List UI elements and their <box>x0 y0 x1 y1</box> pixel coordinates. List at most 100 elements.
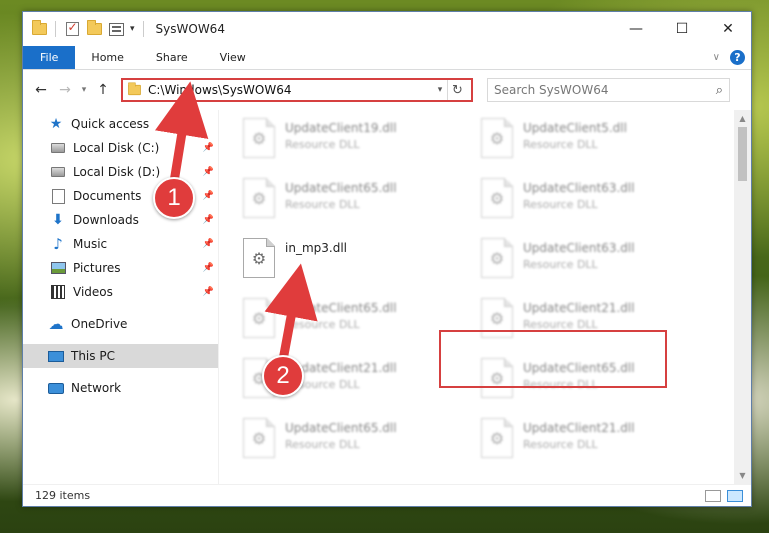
search-placeholder[interactable]: Search SysWOW64 <box>494 83 716 97</box>
sidebar-item-label: Local Disk (C:) <box>73 141 160 155</box>
back-button[interactable]: ← <box>29 78 53 102</box>
tab-share[interactable]: Share <box>140 46 204 69</box>
file-type: Resource DLL <box>523 378 598 391</box>
scroll-up-arrow-icon[interactable]: ▲ <box>734 110 751 127</box>
view-options-icon[interactable] <box>108 21 124 37</box>
status-bar: 129 items <box>23 484 751 506</box>
file-name: UpdateClient21.dll <box>523 421 635 435</box>
title-bar: ▾ SysWOW64 — ☐ ✕ <box>23 12 751 46</box>
scroll-down-arrow-icon[interactable]: ▼ <box>734 467 751 484</box>
file-item[interactable]: ⚙ UpdateClient19.dll Resource DLL <box>243 114 481 174</box>
pin-icon[interactable]: 📌 <box>203 239 214 249</box>
file-item[interactable]: ⚙ UpdateClient21.dll Resource DLL <box>481 294 719 354</box>
dll-gear-icon: ⚙ <box>481 178 513 218</box>
file-type: Resource DLL <box>523 198 598 211</box>
file-name: UpdateClient5.dll <box>523 121 627 135</box>
tab-file[interactable]: File <box>23 46 76 69</box>
main-area: ★ Quick access Local Disk (C:) 📌 Local D… <box>23 110 751 484</box>
window-title: SysWOW64 <box>155 22 225 36</box>
recent-locations-dropdown[interactable]: ▾ <box>77 85 91 95</box>
sidebar-item-music[interactable]: ♪ Music 📌 <box>23 232 218 256</box>
pin-icon[interactable]: 📌 <box>203 215 214 225</box>
address-row: ← → ▾ ↑ C:\Windows\SysWOW64 ▾ ↻ Search S… <box>23 70 751 110</box>
dll-gear-icon: ⚙ <box>243 238 275 278</box>
navigation-pane: ★ Quick access Local Disk (C:) 📌 Local D… <box>23 110 219 484</box>
file-item[interactable]: ⚙ UpdateClient5.dll Resource DLL <box>481 114 719 174</box>
forward-button[interactable]: → <box>53 78 77 102</box>
file-name: UpdateClient21.dll <box>523 301 635 315</box>
pin-icon[interactable]: 📌 <box>203 287 214 297</box>
tab-view[interactable]: View <box>204 46 262 69</box>
file-item[interactable]: ⚙ UpdateClient21.dll Resource DLL <box>481 414 719 474</box>
file-name: UpdateClient65.dll <box>523 361 635 375</box>
scroll-thumb[interactable] <box>738 127 747 181</box>
vertical-scrollbar[interactable]: ▲ ▼ <box>734 110 751 484</box>
minimize-button[interactable]: — <box>613 12 659 46</box>
help-icon[interactable]: ? <box>730 50 745 65</box>
pictures-icon <box>49 260 67 276</box>
up-button[interactable]: ↑ <box>91 78 115 102</box>
file-name: UpdateClient63.dll <box>523 241 635 255</box>
file-list: ⚙ UpdateClient19.dll Resource DLL ⚙ Updat… <box>219 110 751 484</box>
music-icon: ♪ <box>53 235 63 253</box>
file-item[interactable]: ⚙ UpdateClient63.dll Resource DLL <box>481 174 719 234</box>
properties-check-icon[interactable] <box>64 20 80 37</box>
pin-icon[interactable]: 📌 <box>203 143 214 153</box>
dll-gear-icon: ⚙ <box>243 118 275 158</box>
sidebar-item-label: Music <box>73 237 108 251</box>
file-type: Resource DLL <box>523 138 598 151</box>
tab-home[interactable]: Home <box>75 46 139 69</box>
sidebar-item-label: Videos <box>73 285 113 299</box>
sidebar-item-videos[interactable]: Videos 📌 <box>23 280 218 304</box>
toolbar-divider <box>142 21 144 37</box>
sidebar-item-local-disk-d[interactable]: Local Disk (D:) 📌 <box>23 160 218 184</box>
folder-icon <box>128 82 141 96</box>
sidebar-item-label: Network <box>71 381 122 395</box>
sidebar-item-onedrive[interactable]: ☁ OneDrive <box>23 312 218 336</box>
file-type: Resource DLL <box>285 438 360 451</box>
dll-gear-icon: ⚙ <box>481 298 513 338</box>
maximize-button[interactable]: ☐ <box>659 12 705 46</box>
refresh-icon[interactable]: ↻ <box>447 80 467 100</box>
cloud-icon: ☁ <box>48 315 64 333</box>
pin-icon[interactable]: 📌 <box>203 263 214 273</box>
expand-ribbon-chevron-icon[interactable]: ∨ <box>713 52 720 63</box>
file-name: UpdateClient65.dll <box>285 181 397 195</box>
file-grid: ⚙ UpdateClient19.dll Resource DLL ⚙ Updat… <box>243 114 751 474</box>
sidebar-item-label: Documents <box>73 189 142 203</box>
dll-gear-icon: ⚙ <box>243 418 275 458</box>
address-dropdown[interactable]: ▾ <box>433 85 447 95</box>
close-button[interactable]: ✕ <box>705 12 751 46</box>
toolbar-divider <box>55 21 56 37</box>
file-item-in-mp3[interactable]: ⚙ in_mp3.dll <box>243 234 481 294</box>
search-input[interactable]: Search SysWOW64 ⌕ <box>487 78 730 102</box>
dll-gear-icon: ⚙ <box>481 118 513 158</box>
address-path[interactable]: C:\Windows\SysWOW64 <box>148 83 433 97</box>
pin-icon[interactable]: 📌 <box>203 167 214 177</box>
sidebar-item-pictures[interactable]: Pictures 📌 <box>23 256 218 280</box>
disk-icon <box>49 140 67 156</box>
address-bar[interactable]: C:\Windows\SysWOW64 ▾ ↻ <box>121 78 473 102</box>
file-item[interactable]: ⚙ UpdateClient65.dll Resource DLL <box>481 354 719 414</box>
pin-icon[interactable]: 📌 <box>203 191 214 201</box>
sidebar-item-quick-access[interactable]: ★ Quick access <box>23 112 218 136</box>
customize-toolbar-dropdown[interactable]: ▾ <box>130 24 135 34</box>
sidebar-item-label: This PC <box>71 349 115 363</box>
search-icon[interactable]: ⌕ <box>716 83 723 98</box>
sidebar-item-network[interactable]: Network <box>23 376 218 400</box>
file-item[interactable]: ⚙ UpdateClient65.dll Resource DLL <box>243 294 481 354</box>
file-type: Resource DLL <box>285 198 360 211</box>
sidebar-item-label: Quick access <box>71 117 150 131</box>
new-folder-icon[interactable] <box>86 20 102 37</box>
sidebar-item-this-pc[interactable]: This PC <box>23 344 218 368</box>
network-icon <box>47 380 65 396</box>
file-item[interactable]: ⚙ UpdateClient63.dll Resource DLL <box>481 234 719 294</box>
file-type: Resource DLL <box>523 318 598 331</box>
disk-icon <box>49 164 67 180</box>
sidebar-item-local-disk-c[interactable]: Local Disk (C:) 📌 <box>23 136 218 160</box>
details-view-icon[interactable] <box>705 489 721 502</box>
file-item[interactable]: ⚙ UpdateClient65.dll Resource DLL <box>243 414 481 474</box>
large-icons-view-icon[interactable] <box>727 489 743 502</box>
file-item[interactable]: ⚙ UpdateClient65.dll Resource DLL <box>243 174 481 234</box>
dll-gear-icon: ⚙ <box>243 298 275 338</box>
